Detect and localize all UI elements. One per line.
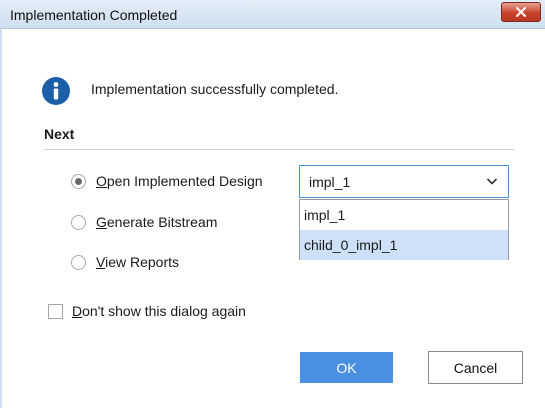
dont-show-again-checkbox[interactable] [48, 303, 63, 319]
close-icon [516, 7, 526, 17]
radio-button[interactable] [71, 173, 86, 189]
divider [44, 149, 514, 150]
radio-label: Open Implemented Design [96, 173, 263, 189]
status-message: Implementation successfully completed. [91, 81, 339, 97]
close-button[interactable] [501, 2, 541, 22]
dont-show-again-checkbox-row[interactable]: Don't show this dialog again [48, 303, 246, 319]
run-select-value: impl_1 [309, 174, 351, 190]
radio-generate-bitstream[interactable]: Generate Bitstream [71, 214, 217, 230]
radio-button[interactable] [71, 214, 86, 230]
radio-button[interactable] [71, 254, 86, 270]
radio-label: Generate Bitstream [96, 214, 218, 230]
radio-label: View Reports [96, 254, 180, 270]
radio-open-implemented-design[interactable]: Open Implemented Design [71, 173, 263, 189]
cancel-button[interactable]: Cancel [428, 351, 523, 384]
window-border [0, 29, 2, 408]
title-bar[interactable]: Implementation Completed [0, 0, 545, 29]
radio-view-reports[interactable]: View Reports [71, 254, 179, 270]
chevron-down-icon[interactable] [486, 176, 498, 186]
dont-show-again-label: Don't show this dialog again [72, 303, 246, 319]
dropdown-option-child-0-impl-1[interactable]: child_0_impl_1 [300, 230, 508, 260]
run-select-dropdown: impl_1 child_0_impl_1 [299, 199, 509, 260]
dropdown-option-impl-1[interactable]: impl_1 [300, 200, 508, 230]
run-select[interactable]: impl_1 [299, 165, 509, 198]
ok-button[interactable]: OK [300, 352, 393, 383]
window-title: Implementation Completed [10, 7, 178, 23]
info-icon [42, 77, 70, 105]
next-heading: Next [44, 126, 75, 142]
dialog-window: Implementation Completed Implementation … [0, 0, 545, 408]
